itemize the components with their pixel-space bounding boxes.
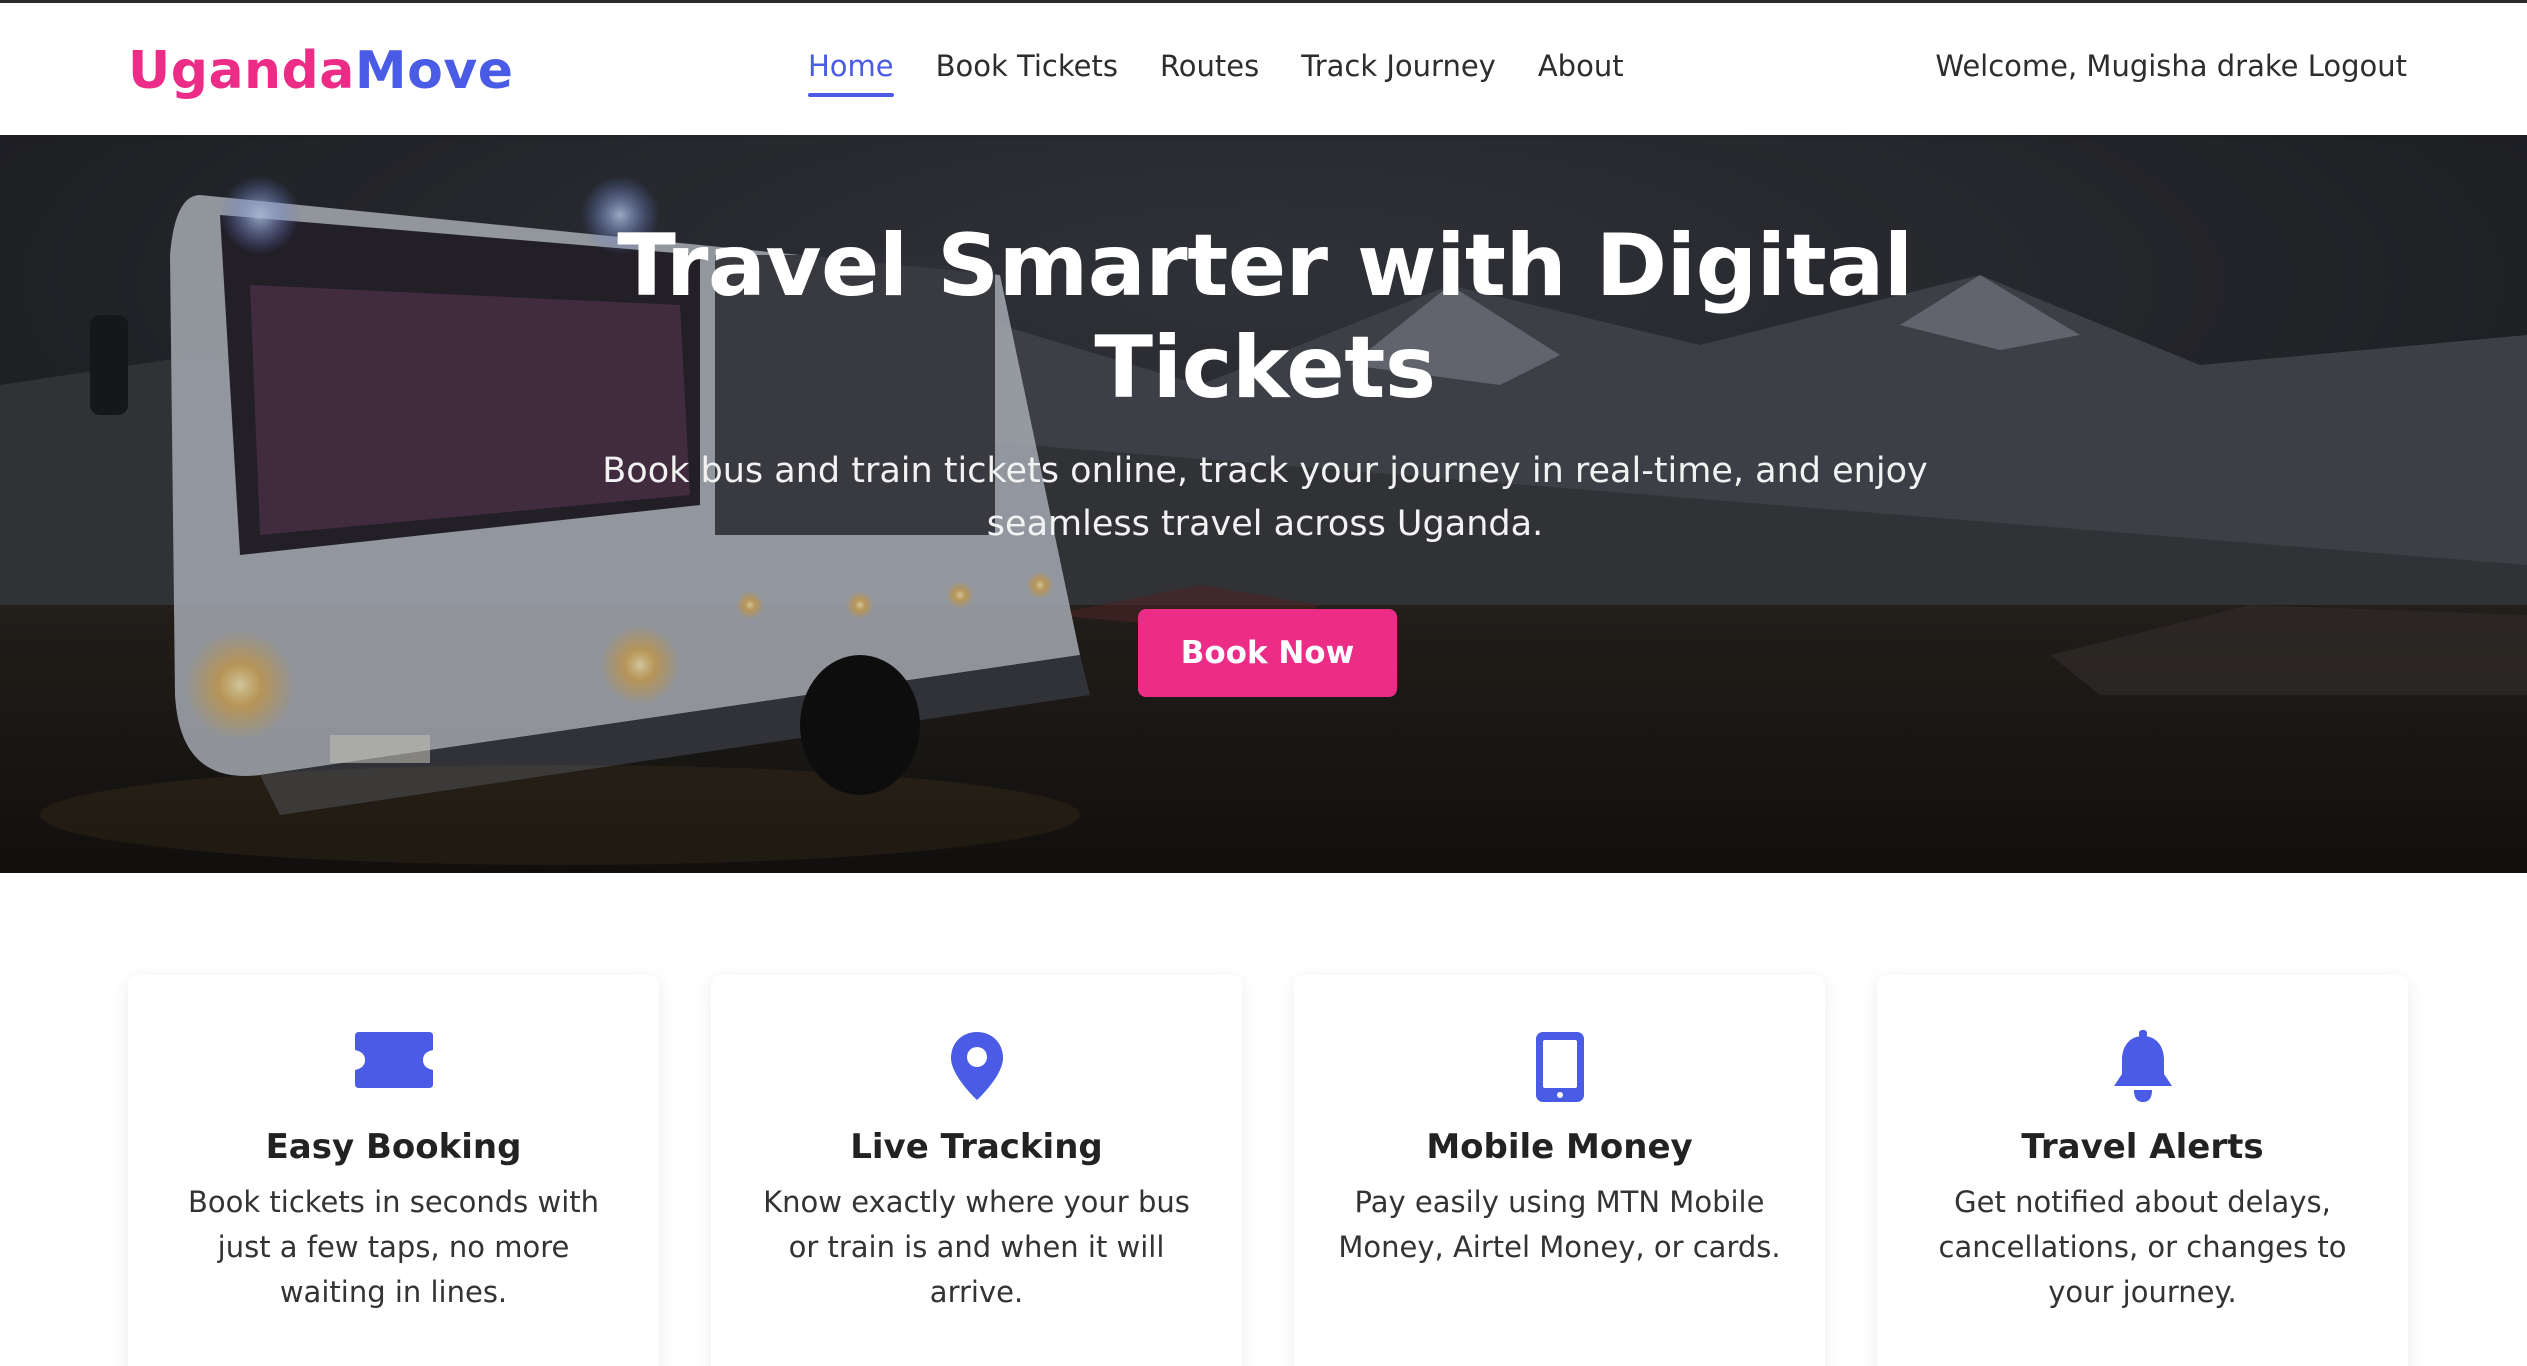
feature-card-live-tracking: Live Tracking Know exactly where your bu…: [711, 975, 1242, 1366]
feature-text: Get notified about delays, cancellations…: [1938, 1185, 2347, 1309]
ticket-icon: [128, 1030, 659, 1110]
nav-home[interactable]: Home: [808, 49, 894, 97]
main-nav: Home Book Tickets Routes Track Journey A…: [808, 49, 1666, 97]
brand-logo-part1: Uganda: [128, 41, 355, 101]
bell-icon: [1877, 1030, 2408, 1110]
feature-text: Know exactly where your bus or train is …: [763, 1185, 1190, 1309]
feature-card-travel-alerts: Travel Alerts Get notified about delays,…: [1877, 975, 2408, 1366]
hero-section: Travel Smarter with Digital Tickets Book…: [0, 135, 2527, 873]
feature-card-mobile-money: Mobile Money Pay easily using MTN Mobile…: [1294, 975, 1825, 1366]
hero-subtitle: Book bus and train tickets online, track…: [602, 451, 1928, 544]
mobile-phone-icon: [1294, 1030, 1825, 1110]
brand-logo[interactable]: UgandaMove: [128, 41, 514, 101]
feature-title: Live Tracking: [850, 1127, 1103, 1167]
feature-card-easy-booking: Easy Booking Book tickets in seconds wit…: [128, 975, 659, 1366]
feature-text: Book tickets in seconds with just a few …: [188, 1185, 599, 1309]
hero-title: Travel Smarter with Digital Tickets: [617, 216, 1913, 418]
brand-logo-part2: Move: [354, 41, 514, 101]
nav-track-journey[interactable]: Track Journey: [1301, 49, 1496, 97]
logout-link[interactable]: Logout: [2308, 49, 2407, 83]
feature-title: Easy Booking: [265, 1127, 522, 1167]
map-pin-icon: [711, 1030, 1242, 1110]
nav-about[interactable]: About: [1538, 49, 1624, 97]
feature-title: Travel Alerts: [2021, 1127, 2264, 1167]
feature-title: Mobile Money: [1426, 1127, 1693, 1167]
features-section: Easy Booking Book tickets in seconds wit…: [128, 975, 2410, 1366]
nav-book-tickets[interactable]: Book Tickets: [936, 49, 1118, 97]
welcome-text: Welcome, Mugisha drake: [1935, 49, 2299, 83]
navbar: UgandaMove Home Book Tickets Routes Trac…: [0, 3, 2527, 135]
nav-routes[interactable]: Routes: [1160, 49, 1259, 97]
feature-text: Pay easily using MTN Mobile Money, Airte…: [1338, 1185, 1781, 1264]
book-now-button[interactable]: Book Now: [1138, 609, 1397, 697]
user-area: Welcome, Mugisha drake Logout: [1935, 49, 2407, 83]
